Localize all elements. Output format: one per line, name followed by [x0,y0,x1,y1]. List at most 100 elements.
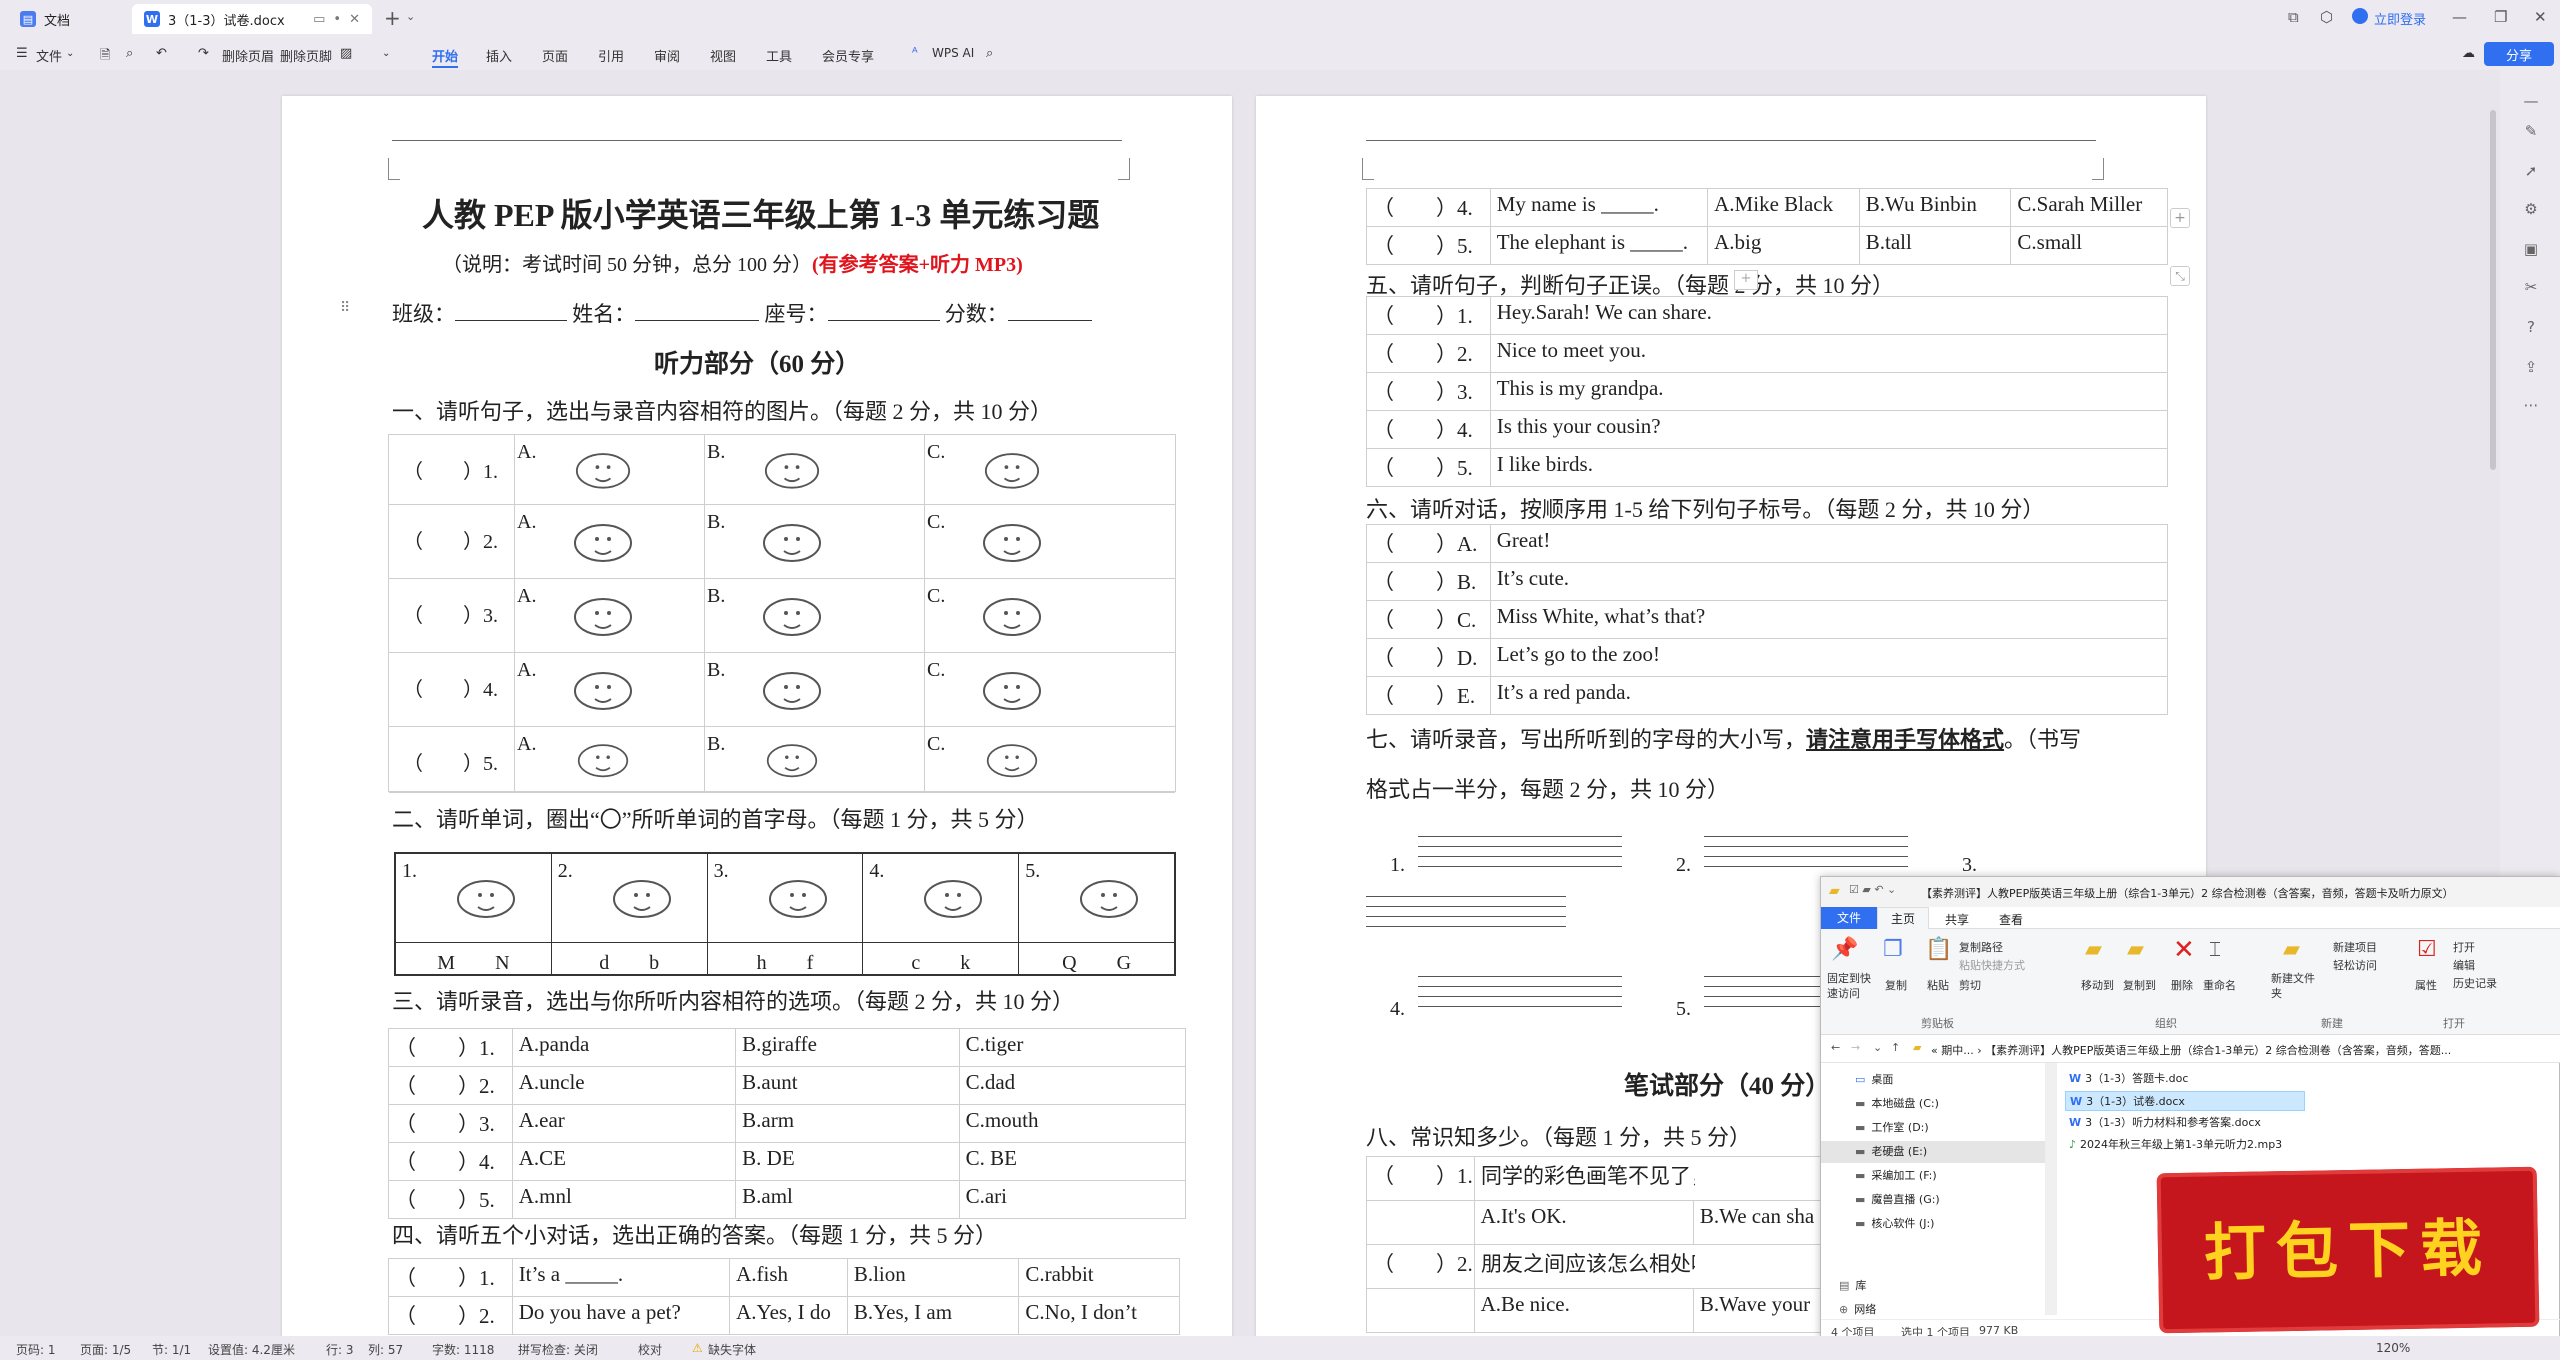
rename-button[interactable]: 重命名 [2203,977,2236,993]
forward-icon[interactable]: → [1851,1041,1860,1054]
nav-desktop[interactable]: ▭ 桌面 [1821,1069,2045,1091]
sidebar-pointer-icon[interactable]: ➚ [2522,162,2540,180]
sidebar-help-icon[interactable]: ? [2522,318,2540,336]
tab-home[interactable]: ▤ 文档 [8,4,128,34]
status-pages[interactable]: 页面: 1/5 [80,1341,131,1358]
ribbon-tab-view[interactable]: 查看 [1999,911,2023,928]
menu-tab-insert[interactable]: 插入 [486,46,512,65]
tab-list-chevron-icon[interactable]: ⌄ [406,10,415,23]
copy-to-button[interactable]: 复制到 [2123,977,2156,993]
copy-button[interactable]: 复制 [1885,977,1907,993]
wps-ai-button[interactable]: WPS AI [932,46,974,60]
new-tab-icon[interactable]: + [384,6,401,30]
new-item-button[interactable]: 新建项目 [2333,939,2377,955]
sidebar-share-icon[interactable]: ⇪ [2522,358,2540,376]
status-proofread[interactable]: 校对 [638,1341,662,1358]
sidebar-pen-icon[interactable]: ✎ [2522,122,2540,140]
delete-button[interactable]: 删除 [2171,977,2193,993]
history-button[interactable]: 历史记录 [2453,975,2497,991]
menu-tab-view[interactable]: 视图 [710,46,736,65]
sidebar-more-icon[interactable]: ⋯ [2522,396,2540,414]
menu-tab-member[interactable]: 会员专享 [822,46,874,65]
nav-library[interactable]: ▤ 库 [1821,1275,2045,1297]
file-menu[interactable]: 文件 [36,46,62,65]
nav-scrollbar[interactable] [2045,1063,2057,1315]
minimize-icon[interactable]: — [2452,8,2467,26]
tab-document[interactable]: W 3（1-3）试卷.docx ▭ • ✕ [132,4,372,34]
file-item[interactable]: W 3（1-3）答题卡.doc [2065,1069,2305,1089]
ribbon-tab-home[interactable]: 主页 [1877,907,1929,929]
hamburger-icon[interactable]: ☰ [16,46,28,61]
sidebar-settings-icon[interactable]: ⚙ [2522,200,2540,218]
file-item[interactable]: W 3（1-3）听力材料和参考答案.docx [2065,1113,2305,1133]
paste-icon: 📋 [1925,937,1953,962]
nav-drive-d[interactable]: ▬ 工作室 (D:) [1821,1117,2045,1139]
pin-button[interactable]: 固定到快速访问 [1827,971,1871,1001]
menu-tab-page[interactable]: 页面 [542,46,568,65]
tab-close-icon[interactable]: ✕ [349,12,360,27]
file-chevron-icon[interactable]: ⌄ [66,48,74,59]
add-row-icon[interactable]: + [2170,208,2190,228]
ribbon-tab-file[interactable]: 文件 [1821,907,1877,929]
cut-button[interactable]: 剪切 [1959,977,1981,993]
cloud-sync-icon[interactable]: ☁ [2462,46,2475,61]
vertical-scrollbar[interactable] [2490,110,2496,470]
easy-access-button[interactable]: 轻松访问 [2333,957,2377,973]
table-resize-icon[interactable]: ⤡ [2170,266,2190,286]
menu-tab-reference[interactable]: 引用 [598,46,624,65]
undo-icon[interactable]: ↶ [156,46,167,61]
path-breadcrumb[interactable]: « 期中... › 【素养测评】人教PEP版英语三年级上册（综合1-3单元）2 … [1931,1042,2555,1058]
status-zoom[interactable]: 120% [2376,1341,2410,1355]
save-icon[interactable]: 🗎 [100,46,110,68]
up-icon[interactable]: ↑ [1891,1041,1900,1054]
format-painter-icon[interactable]: ⌕ [126,46,133,61]
nav-drive-j[interactable]: ▬ 核心软件 (J:) [1821,1213,2045,1235]
insert-shape-icon[interactable]: ▨ [340,46,352,61]
share-button[interactable]: 分享 [2484,42,2554,66]
paste-button[interactable]: 粘贴 [1927,977,1949,993]
new-folder-button[interactable]: 新建文件夹 [2271,971,2317,1001]
back-icon[interactable]: ← [1831,1041,1840,1054]
insert-column-icon[interactable]: + [1734,270,1758,290]
cube-icon[interactable]: ⬡ [2320,8,2333,26]
menu-tab-home[interactable]: 开始 [432,46,458,65]
window-icon[interactable]: ⧉ [2288,8,2299,26]
recent-icon[interactable]: ⌄ [1873,1041,1882,1054]
nav-drive-e[interactable]: ▬ 老硬盘 (E:) [1821,1141,2045,1163]
copy-path-button[interactable]: 复制路径 [1959,939,2003,955]
download-promo-badge[interactable]: 打包下载 [2156,1166,2540,1334]
file-item[interactable]: ♪ 2024年秋三年级上第1-3单元听力2.mp3 [2065,1135,2305,1155]
drag-handle-icon[interactable]: ⠿ [340,300,350,316]
nav-drive-g[interactable]: ▬ 魔兽直播 (G:) [1821,1189,2045,1211]
sidebar-minus-icon[interactable]: — [2522,92,2540,110]
status-spellcheck[interactable]: 拼写检查: 关闭 [518,1341,598,1358]
search-icon[interactable]: ⌕ [986,46,993,61]
tab-monitor-icon[interactable]: ▭ [313,12,325,27]
redo-icon[interactable]: ↷ [198,46,209,61]
q8-row-cell [1367,1289,1475,1332]
edit-button[interactable]: 编辑 [2453,957,2475,973]
menu-tab-review[interactable]: 审阅 [654,46,680,65]
status-words[interactable]: 字数: 1118 [432,1341,494,1358]
delete-header-button[interactable]: 删除页眉 [222,46,274,65]
properties-button[interactable]: 属性 [2415,977,2437,993]
ribbon-tab-share[interactable]: 共享 [1945,911,1969,928]
move-to-button[interactable]: 移动到 [2081,977,2114,993]
nav-drive-c[interactable]: ▬ 本地磁盘 (C:) [1821,1093,2045,1115]
more-chevron-icon[interactable]: ⌄ [382,48,390,59]
menu-tab-tools[interactable]: 工具 [766,46,792,65]
maximize-icon[interactable]: ❐ [2494,8,2507,26]
open-button[interactable]: 打开 [2453,939,2475,955]
delete-footer-button[interactable]: 删除页脚 [280,46,332,65]
sidebar-tools-icon[interactable]: ✂ [2522,278,2540,296]
paste-shortcut-button[interactable]: 粘贴快捷方式 [1959,957,2025,973]
sidebar-image-icon[interactable]: ▣ [2522,240,2540,258]
close-window-icon[interactable]: ✕ [2534,8,2547,26]
quick-access-icons[interactable]: ☑ ▰ ↶ ⌄ [1849,883,1896,896]
file-item[interactable]: W 3（1-3）试卷.docx [2065,1091,2305,1111]
nav-network[interactable]: ⊕ 网络 [1821,1299,2045,1321]
login-link[interactable]: 立即登录 [2374,9,2426,28]
status-missing-font[interactable]: 缺失字体 [708,1341,756,1358]
q2-cell: 4. c k [863,854,1020,974]
nav-drive-f[interactable]: ▬ 采编加工 (F:) [1821,1165,2045,1187]
